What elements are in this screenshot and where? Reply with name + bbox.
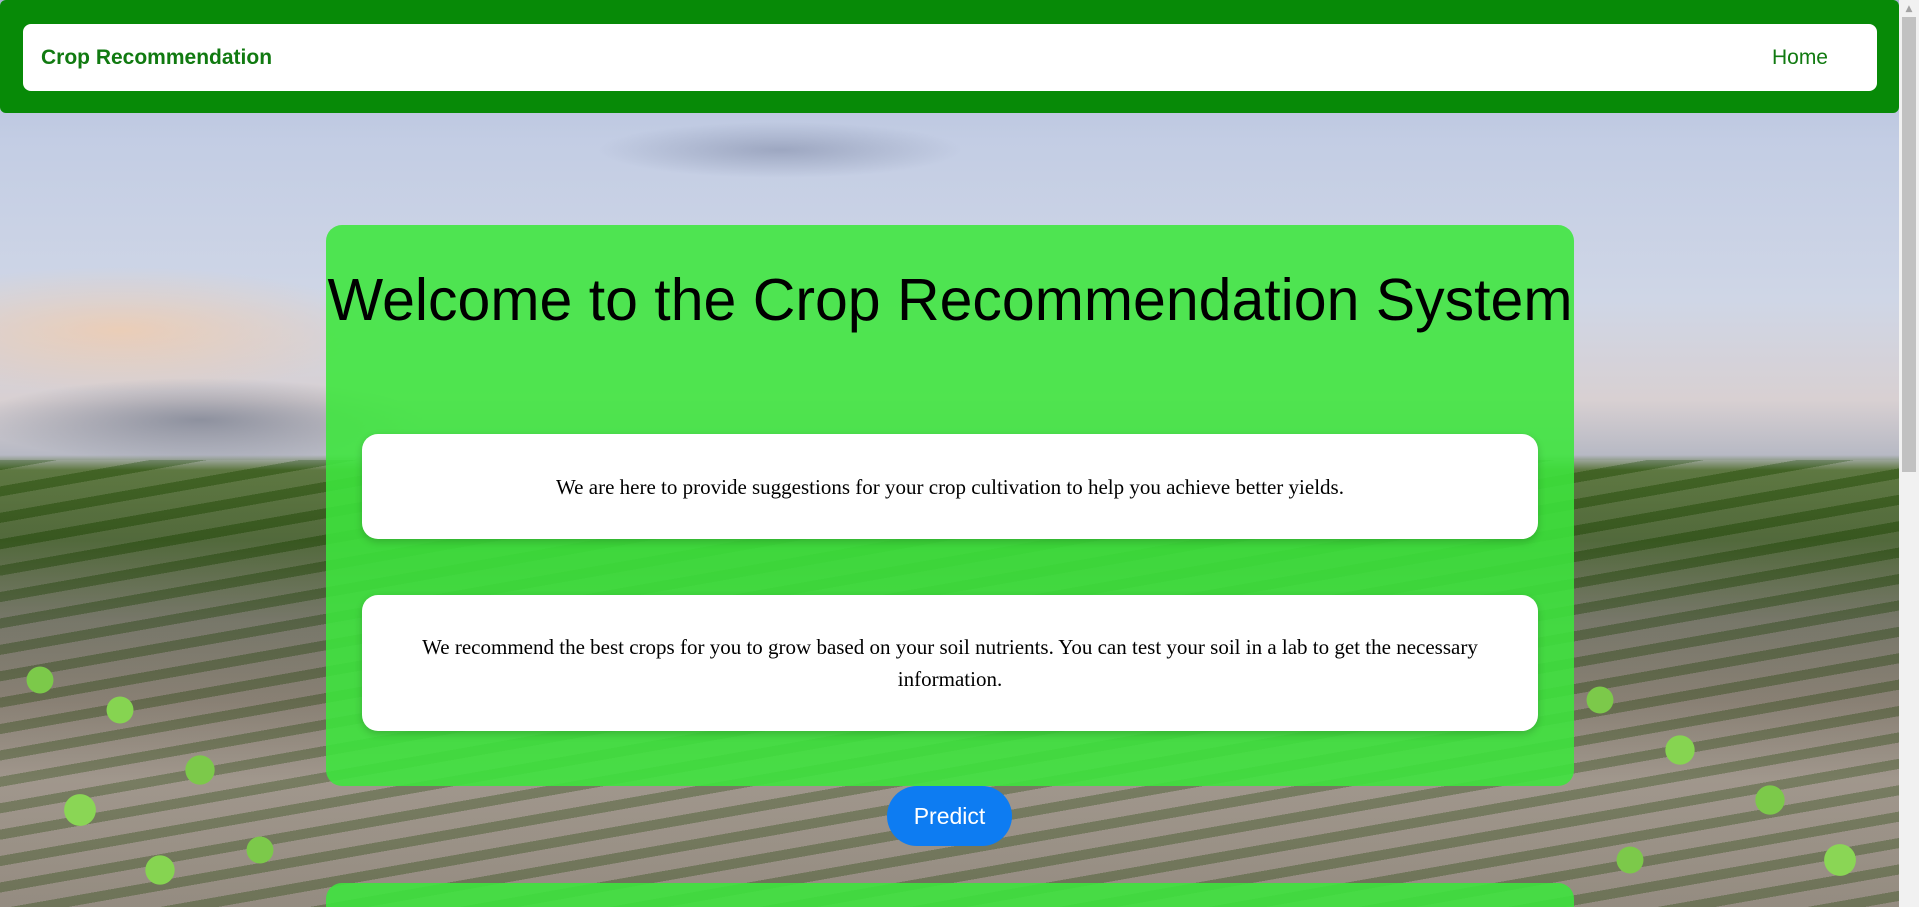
- scrollbar-thumb[interactable]: [1902, 17, 1916, 472]
- nav-home-link[interactable]: Home: [1772, 46, 1828, 70]
- navbar: Crop Recommendation Home: [0, 0, 1899, 113]
- welcome-panel: Welcome to the Crop Recommendation Syste…: [326, 225, 1574, 786]
- page-title: Welcome to the Crop Recommendation Syste…: [327, 267, 1573, 333]
- info-card-soil: We recommend the best crops for you to g…: [362, 595, 1538, 731]
- info-card-suggestions-text: We are here to provide suggestions for y…: [556, 474, 1344, 499]
- scrollbar[interactable]: ▲: [1899, 0, 1919, 907]
- page: Crop Recommendation Home Welcome to the …: [0, 0, 1919, 907]
- second-panel: [326, 883, 1574, 907]
- chevron-up-icon[interactable]: ▲: [1899, 0, 1919, 17]
- predict-button[interactable]: Predict: [887, 786, 1012, 846]
- info-card-suggestions: We are here to provide suggestions for y…: [362, 434, 1538, 539]
- lettuce-plants-left: [0, 640, 330, 907]
- lettuce-plants-right: [1540, 640, 1899, 907]
- brand-link[interactable]: Crop Recommendation: [41, 46, 272, 70]
- navbar-inner: Crop Recommendation Home: [23, 24, 1877, 91]
- info-card-soil-text: We recommend the best crops for you to g…: [422, 635, 1478, 691]
